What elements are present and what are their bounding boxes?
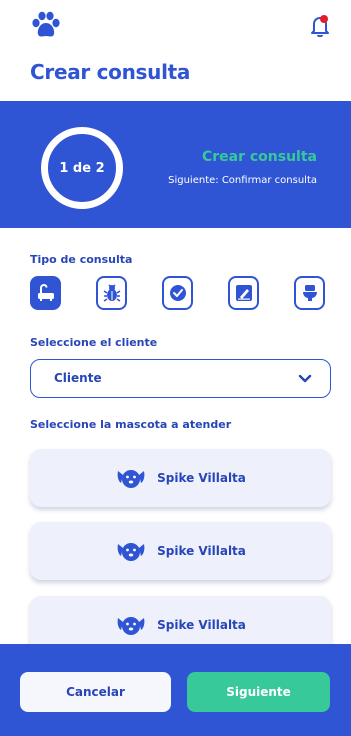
bell-icon[interactable] bbox=[309, 14, 331, 38]
type-option-check[interactable] bbox=[162, 276, 193, 310]
client-select[interactable]: Cliente bbox=[30, 359, 331, 398]
type-option-bug[interactable] bbox=[96, 276, 127, 310]
consultation-type-label: Tipo de consulta bbox=[30, 253, 133, 266]
dog-icon bbox=[117, 470, 145, 488]
cancel-button[interactable]: Cancelar bbox=[20, 672, 171, 712]
step-progress-ring: 1 de 2 bbox=[41, 127, 123, 209]
bathtub-icon bbox=[37, 284, 54, 301]
step-counter: 1 de 2 bbox=[59, 160, 105, 176]
pet-name: Spike Villalta bbox=[157, 618, 246, 632]
pet-list-label: Seleccione la mascota a atender bbox=[30, 418, 232, 431]
client-select-value: Cliente bbox=[54, 371, 102, 385]
create-consultation-screen: Crear consulta 1 de 2 Crear consulta Sig… bbox=[0, 0, 351, 736]
top-bar bbox=[0, 0, 351, 50]
dog-icon bbox=[117, 543, 145, 561]
toilet-icon bbox=[302, 285, 317, 301]
next-button[interactable]: Siguiente bbox=[187, 672, 330, 712]
dog-icon bbox=[117, 617, 145, 635]
step-title: Crear consulta bbox=[201, 149, 317, 165]
type-option-bath[interactable] bbox=[30, 276, 61, 310]
edit-document-icon bbox=[235, 285, 252, 301]
type-option-document[interactable] bbox=[228, 276, 259, 310]
type-option-toilet[interactable] bbox=[294, 276, 325, 310]
next-step-label: Siguiente: Confirmar consulta bbox=[168, 175, 317, 186]
page-title: Crear consulta bbox=[30, 60, 191, 84]
pet-card[interactable]: Spike Villalta bbox=[30, 449, 331, 507]
consultation-type-options bbox=[30, 276, 325, 312]
footer-bar: Cancelar Siguiente bbox=[0, 644, 351, 736]
pet-card[interactable]: Spike Villalta bbox=[30, 522, 331, 580]
check-circle-icon bbox=[169, 285, 186, 301]
client-label: Seleccione el cliente bbox=[30, 336, 158, 349]
chevron-down-icon bbox=[298, 374, 312, 383]
bug-icon bbox=[103, 284, 120, 302]
pet-name: Spike Villalta bbox=[157, 471, 246, 485]
progress-banner: 1 de 2 Crear consulta Siguiente: Confirm… bbox=[0, 101, 351, 228]
pet-name: Spike Villalta bbox=[157, 544, 246, 558]
paw-icon[interactable] bbox=[30, 11, 62, 39]
